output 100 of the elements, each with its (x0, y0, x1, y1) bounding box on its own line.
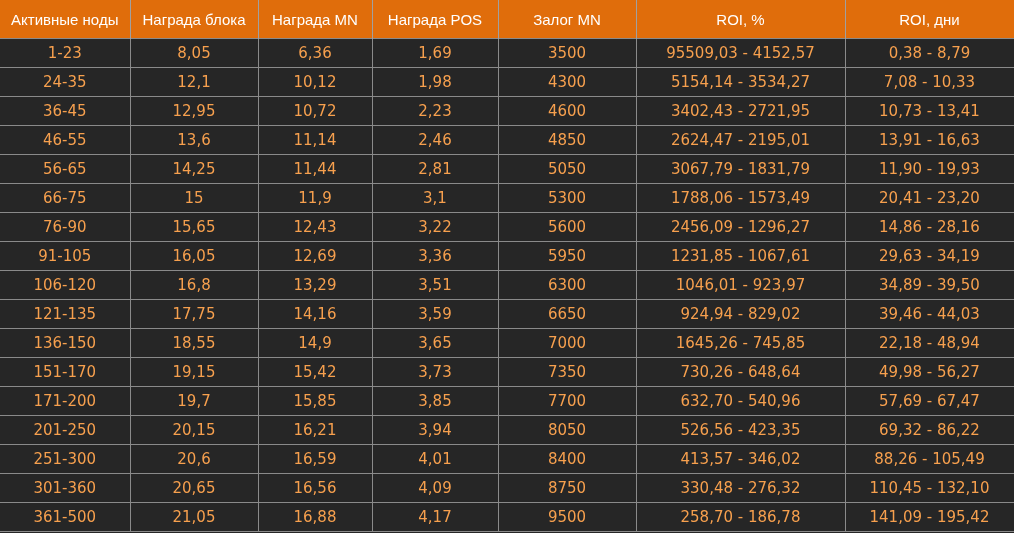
table-cell: 10,73 - 13,41 (845, 96, 1014, 126)
table-cell: 361-500 (0, 502, 130, 532)
table-cell: 6650 (498, 299, 636, 329)
table-cell: 110,45 - 132,10 (845, 473, 1014, 503)
table-cell: 16,56 (258, 473, 372, 503)
table-cell: 24-35 (0, 67, 130, 97)
table-cell: 4,01 (372, 444, 498, 474)
table-cell: 5600 (498, 212, 636, 242)
table-cell: 1788,06 - 1573,49 (636, 183, 845, 213)
table-cell: 201-250 (0, 415, 130, 445)
column-header: Залог MN (498, 0, 636, 39)
table-cell: 34,89 - 39,50 (845, 270, 1014, 300)
table-cell: 15,85 (258, 386, 372, 416)
table-cell: 0,38 - 8,79 (845, 38, 1014, 68)
table-cell: 20,41 - 23,20 (845, 183, 1014, 213)
table-cell: 5050 (498, 154, 636, 184)
table-cell: 7700 (498, 386, 636, 416)
table-cell: 16,05 (130, 241, 258, 271)
table-cell: 20,15 (130, 415, 258, 445)
table-cell: 730,26 - 648,64 (636, 357, 845, 387)
column-header: Награда блока (130, 0, 258, 39)
table-cell: 6,36 (258, 38, 372, 68)
table-cell: 4,09 (372, 473, 498, 503)
table-cell: 3,94 (372, 415, 498, 445)
table-cell: 3500 (498, 38, 636, 68)
table-cell: 5154,14 - 3534,27 (636, 67, 845, 97)
table-cell: 8400 (498, 444, 636, 474)
table-cell: 3,59 (372, 299, 498, 329)
table-cell: 13,91 - 16,63 (845, 125, 1014, 155)
column-header: ROI, % (636, 0, 845, 39)
table-cell: 12,69 (258, 241, 372, 271)
table-cell: 14,16 (258, 299, 372, 329)
table-cell: 10,12 (258, 67, 372, 97)
table-cell: 2,81 (372, 154, 498, 184)
table-cell: 1-23 (0, 38, 130, 68)
table-cell: 258,70 - 186,78 (636, 502, 845, 532)
table-cell: 6300 (498, 270, 636, 300)
table-cell: 4600 (498, 96, 636, 126)
table-cell: 22,18 - 48,94 (845, 328, 1014, 358)
table-cell: 7,08 - 10,33 (845, 67, 1014, 97)
table-cell: 14,9 (258, 328, 372, 358)
table-cell: 17,75 (130, 299, 258, 329)
table-cell: 16,21 (258, 415, 372, 445)
table-cell: 39,46 - 44,03 (845, 299, 1014, 329)
table-cell: 3,51 (372, 270, 498, 300)
table-cell: 3,22 (372, 212, 498, 242)
table-cell: 16,88 (258, 502, 372, 532)
table-cell: 91-105 (0, 241, 130, 271)
column-header: Активные ноды (0, 0, 130, 39)
table-cell: 15,65 (130, 212, 258, 242)
table-cell: 14,25 (130, 154, 258, 184)
table-cell: 66-75 (0, 183, 130, 213)
table-cell: 251-300 (0, 444, 130, 474)
table-cell: 526,56 - 423,35 (636, 415, 845, 445)
table-cell: 8750 (498, 473, 636, 503)
table-cell: 330,48 - 276,32 (636, 473, 845, 503)
table-cell: 5300 (498, 183, 636, 213)
table-cell: 36-45 (0, 96, 130, 126)
table-cell: 3,1 (372, 183, 498, 213)
table-cell: 301-360 (0, 473, 130, 503)
table-cell: 1,98 (372, 67, 498, 97)
table-cell: 4,17 (372, 502, 498, 532)
table-cell: 19,7 (130, 386, 258, 416)
table-cell: 46-55 (0, 125, 130, 155)
table-cell: 20,65 (130, 473, 258, 503)
table-cell: 3402,43 - 2721,95 (636, 96, 845, 126)
table-cell: 11,14 (258, 125, 372, 155)
table-cell: 1231,85 - 1067,61 (636, 241, 845, 271)
table-cell: 13,6 (130, 125, 258, 155)
table-cell: 1,69 (372, 38, 498, 68)
table-cell: 15,42 (258, 357, 372, 387)
table-cell: 2,46 (372, 125, 498, 155)
table-cell: 69,32 - 86,22 (845, 415, 1014, 445)
table-cell: 49,98 - 56,27 (845, 357, 1014, 387)
table-cell: 3067,79 - 1831,79 (636, 154, 845, 184)
table-cell: 15 (130, 183, 258, 213)
table-cell: 3,73 (372, 357, 498, 387)
table-cell: 1046,01 - 923,97 (636, 270, 845, 300)
table-cell: 5950 (498, 241, 636, 271)
table-cell: 121-135 (0, 299, 130, 329)
column-header: ROI, дни (845, 0, 1014, 39)
table-cell: 16,8 (130, 270, 258, 300)
table-cell: 106-120 (0, 270, 130, 300)
table-cell: 19,15 (130, 357, 258, 387)
table-cell: 11,9 (258, 183, 372, 213)
table-cell: 632,70 - 540,96 (636, 386, 845, 416)
table-cell: 4850 (498, 125, 636, 155)
table-cell: 9500 (498, 502, 636, 532)
column-header: Награда POS (372, 0, 498, 39)
table-cell: 57,69 - 67,47 (845, 386, 1014, 416)
table-cell: 11,44 (258, 154, 372, 184)
table-cell: 2,23 (372, 96, 498, 126)
table-cell: 12,1 (130, 67, 258, 97)
table-cell: 7000 (498, 328, 636, 358)
table-cell: 7350 (498, 357, 636, 387)
table-cell: 3,85 (372, 386, 498, 416)
table-cell: 8050 (498, 415, 636, 445)
table-cell: 141,09 - 195,42 (845, 502, 1014, 532)
table-cell: 136-150 (0, 328, 130, 358)
table-cell: 2624,47 - 2195,01 (636, 125, 845, 155)
